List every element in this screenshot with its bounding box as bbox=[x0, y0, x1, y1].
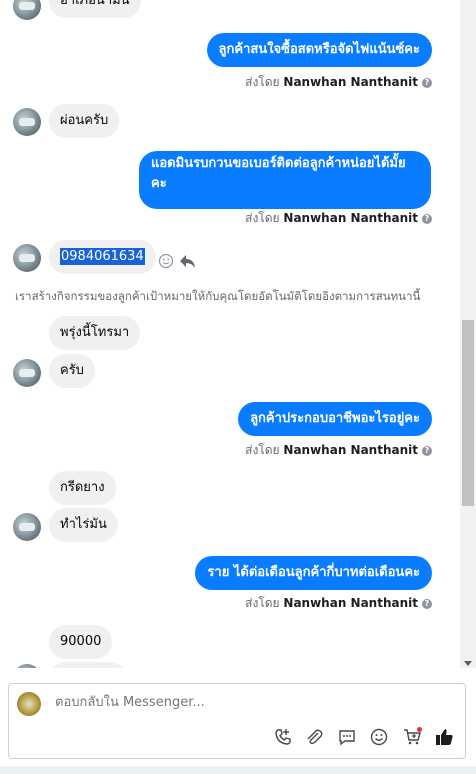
reply-input[interactable] bbox=[53, 694, 437, 711]
sent-by-label: ส่งโดย Nanwhan Nanthanit? bbox=[245, 73, 432, 92]
sent-by-prefix: ส่งโดย bbox=[245, 75, 280, 89]
sender-name[interactable]: Nanwhan Nanthanit bbox=[283, 211, 418, 225]
message-incoming-clipped bbox=[49, 662, 127, 668]
sent-by-prefix: ส่งโดย bbox=[245, 211, 280, 225]
system-note: เราสร้างกิจกรรมของลูกค้าเป้าหมายให้กับคุ… bbox=[15, 289, 421, 303]
sender-name[interactable]: Nanwhan Nanthanit bbox=[283, 443, 418, 457]
help-icon[interactable]: ? bbox=[422, 445, 432, 456]
window-bottom-edge bbox=[0, 766, 476, 774]
message-incoming: ทำไร่มัน bbox=[49, 508, 118, 542]
help-icon[interactable]: ? bbox=[422, 77, 432, 88]
sent-by-label: ส่งโดย Nanwhan Nanthanit? bbox=[245, 209, 432, 228]
message-incoming: พรุ่งนี้โทรมา bbox=[49, 316, 141, 350]
sent-by-label: ส่งโดย Nanwhan Nanthanit? bbox=[245, 441, 432, 460]
help-icon[interactable]: ? bbox=[422, 213, 432, 224]
message-composer bbox=[8, 683, 466, 759]
scroll-down-arrow-icon[interactable] bbox=[464, 661, 472, 666]
contact-avatar[interactable] bbox=[13, 359, 41, 387]
scrollbar-thumb[interactable] bbox=[462, 320, 474, 506]
message-incoming: อำเภอนามน bbox=[49, 0, 141, 18]
attachment-icon[interactable] bbox=[303, 727, 325, 749]
contact-avatar[interactable] bbox=[13, 108, 41, 136]
message-incoming: ครับ bbox=[49, 354, 95, 388]
phone-number-selected[interactable]: 0984061634 bbox=[60, 248, 145, 265]
sent-by-label: ส่งโดย Nanwhan Nanthanit? bbox=[245, 594, 432, 613]
message-line: แอดมินรบกวนขอเบอร์ติดต่อลูกค้าหน่อยได้มั… bbox=[151, 156, 406, 171]
reply-icon[interactable] bbox=[179, 252, 197, 270]
message-outgoing: ลูกค้าสนใจซื้อสดหรือจัดไฟแน้นซ์คะ bbox=[206, 33, 432, 67]
chat-bubble-icon[interactable] bbox=[336, 727, 358, 749]
message-incoming-phone[interactable]: 0984061634 bbox=[49, 240, 156, 274]
chat-scrollbar[interactable] bbox=[460, 0, 476, 668]
add-to-cart-icon[interactable] bbox=[401, 727, 423, 749]
sent-by-prefix: ส่งโดย bbox=[245, 443, 280, 457]
message-incoming: 90000 bbox=[49, 625, 113, 659]
contact-avatar[interactable] bbox=[13, 244, 41, 272]
sent-by-prefix: ส่งโดย bbox=[245, 596, 280, 610]
contact-avatar[interactable] bbox=[13, 513, 41, 541]
add-call-icon[interactable] bbox=[272, 727, 294, 749]
emoji-icon[interactable] bbox=[368, 727, 390, 749]
message-incoming: กรีดยาง bbox=[49, 471, 116, 505]
thumbs-up-icon[interactable] bbox=[433, 727, 455, 749]
message-outgoing: ลูกค้าประกอบอาชีพอะไรอยู่คะ bbox=[238, 402, 432, 436]
sender-name[interactable]: Nanwhan Nanthanit bbox=[283, 75, 418, 89]
conversation-thread: อำเภอนามน ลูกค้าสนใจซื้อสดหรือจัดไฟแน้นซ… bbox=[0, 0, 460, 668]
contact-avatar[interactable] bbox=[13, 0, 41, 20]
contact-avatar[interactable] bbox=[13, 664, 41, 668]
sender-name[interactable]: Nanwhan Nanthanit bbox=[283, 596, 418, 610]
message-outgoing: ราย ได้ต่อเดือนลูกค้ากี่บาทต่อเดือนคะ bbox=[195, 556, 432, 590]
react-emoji-icon[interactable] bbox=[158, 253, 174, 269]
message-incoming: ผ่อนครับ bbox=[49, 104, 120, 138]
message-line: คะ bbox=[151, 176, 167, 191]
message-outgoing: แอดมินรบกวนขอเบอร์ติดต่อลูกค้าหน่อยได้มั… bbox=[139, 151, 431, 209]
page-avatar bbox=[17, 692, 41, 716]
help-icon[interactable]: ? bbox=[422, 598, 432, 609]
